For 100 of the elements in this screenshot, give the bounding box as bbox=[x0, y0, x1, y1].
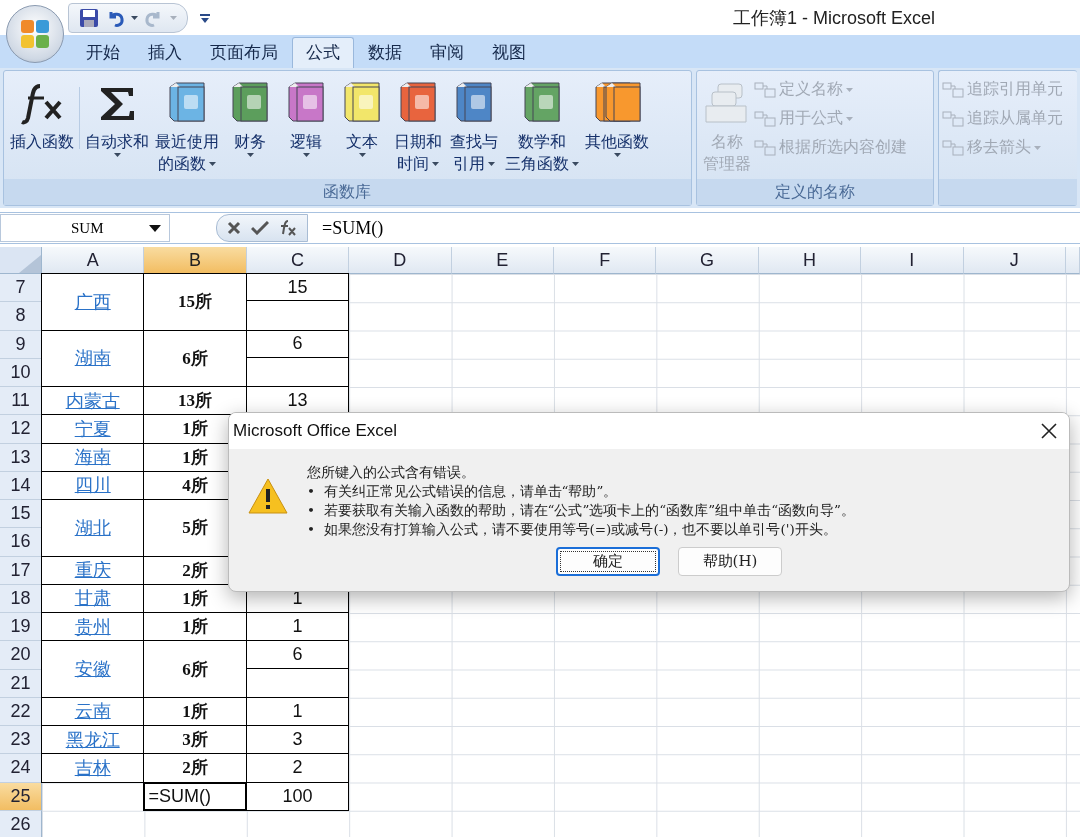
ribbon-button[interactable]: 财务 bbox=[222, 77, 278, 179]
column-header[interactable]: C bbox=[246, 247, 350, 274]
caret-icon bbox=[131, 15, 138, 20]
group-label: 定义的名称 bbox=[696, 179, 934, 205]
region-link[interactable]: 海南 bbox=[41, 442, 145, 472]
row-header[interactable]: 12 bbox=[0, 415, 42, 444]
table-cell: 6 bbox=[245, 329, 350, 387]
caret-icon bbox=[170, 15, 177, 20]
column-header[interactable]: E bbox=[451, 247, 554, 274]
ribbon-button[interactable]: 日期和 时间 bbox=[390, 77, 446, 179]
ribbon-button[interactable]: 插入函数 bbox=[7, 77, 77, 179]
message-line: • 若要获取有关输入函数的帮助，请在“公式”选项卡上的“函数库”组中单击“函数向导”。 bbox=[307, 501, 855, 520]
tracer-icon bbox=[942, 80, 965, 99]
ribbon-tab[interactable]: 公式 bbox=[292, 37, 354, 68]
dialog-title: Microsoft Office Excel bbox=[233, 421, 398, 441]
table-cell: 15所 bbox=[143, 273, 247, 331]
cancel-icon[interactable] bbox=[227, 221, 241, 235]
message-line: 您所键入的公式含有错误。 bbox=[307, 463, 476, 482]
region-link[interactable]: 黑龙江 bbox=[41, 725, 145, 755]
card-file-icon bbox=[703, 82, 750, 126]
row-header[interactable]: 20 bbox=[0, 641, 42, 670]
table-cell: 3所 bbox=[143, 725, 247, 755]
ribbon-tab[interactable]: 开始 bbox=[72, 37, 134, 68]
label-icon bbox=[753, 80, 776, 99]
row-header[interactable]: 7 bbox=[0, 274, 42, 303]
region-link[interactable]: 内蒙古 bbox=[41, 386, 145, 416]
region-link[interactable]: 四川 bbox=[41, 470, 145, 500]
ribbon-button[interactable]: 文本 bbox=[334, 77, 390, 179]
dropdown-arrow-icon bbox=[149, 224, 161, 232]
customize-toolbar-icon[interactable] bbox=[200, 12, 210, 23]
ribbon-button[interactable]: 查找与 引用 bbox=[446, 77, 502, 179]
row-header[interactable]: 22 bbox=[0, 697, 42, 726]
column-header[interactable]: J bbox=[963, 247, 1066, 274]
office-logo-icon bbox=[19, 18, 51, 50]
column-header[interactable]: H bbox=[758, 247, 862, 274]
ribbon-button[interactable]: 自动求和 bbox=[82, 77, 152, 179]
column-header[interactable]: F bbox=[553, 247, 657, 274]
row-header[interactable]: 21 bbox=[0, 669, 42, 698]
table-cell: 13所 bbox=[143, 386, 247, 416]
table-cell: 1所 bbox=[143, 612, 247, 642]
ribbon-tab[interactable]: 数据 bbox=[354, 37, 416, 68]
column-header[interactable]: D bbox=[349, 247, 452, 274]
row-header[interactable]: 23 bbox=[0, 726, 42, 755]
ribbon-button[interactable]: 其他函数 bbox=[582, 77, 652, 179]
row-header[interactable]: 14 bbox=[0, 471, 42, 500]
region-link[interactable]: 吉林 bbox=[41, 753, 145, 783]
table-cell: 15 bbox=[245, 273, 350, 331]
dialog-button[interactable]: 确定 bbox=[556, 547, 660, 576]
table-cell: 100 bbox=[245, 781, 350, 811]
table-cell: 3 bbox=[245, 725, 350, 755]
message-line: • 有关纠正常见公式错误的信息，请单击“帮助”。 bbox=[307, 482, 619, 501]
table-cell: 2所 bbox=[143, 753, 247, 783]
row-header[interactable]: 25 bbox=[0, 782, 42, 811]
row-header[interactable]: 24 bbox=[0, 754, 42, 783]
label-icon bbox=[753, 138, 776, 157]
close-icon[interactable] bbox=[1041, 423, 1057, 439]
row-header[interactable]: 16 bbox=[0, 528, 42, 557]
region-link[interactable]: 宁夏 bbox=[41, 414, 145, 444]
region-link[interactable]: 重庆 bbox=[41, 555, 145, 585]
row-header[interactable]: 18 bbox=[0, 584, 42, 613]
row-header[interactable]: 17 bbox=[0, 556, 42, 585]
region-link[interactable]: 云南 bbox=[41, 696, 145, 726]
row-header[interactable]: 10 bbox=[0, 358, 42, 387]
column-header[interactable]: G bbox=[656, 247, 759, 274]
row-header[interactable]: 13 bbox=[0, 443, 42, 472]
check-icon[interactable] bbox=[251, 221, 269, 235]
region-link[interactable]: 甘肃 bbox=[41, 583, 145, 613]
region-link[interactable]: 湖南 bbox=[41, 329, 145, 387]
save-icon[interactable] bbox=[79, 7, 99, 28]
ribbon-tab[interactable]: 页面布局 bbox=[196, 37, 292, 68]
dialog-button[interactable]: 帮助(H) bbox=[678, 547, 782, 576]
active-cell[interactable]: =SUM() bbox=[143, 781, 247, 811]
column-header[interactable]: I bbox=[861, 247, 964, 274]
name-box[interactable]: SUM bbox=[0, 214, 170, 242]
table-cell: 6所 bbox=[143, 329, 247, 387]
window-title: 工作簿1 - Microsoft Excel bbox=[732, 6, 935, 30]
region-link[interactable]: 湖北 bbox=[41, 499, 145, 557]
ribbon-tab[interactable]: 视图 bbox=[478, 37, 540, 68]
row-header[interactable]: 26 bbox=[0, 810, 42, 837]
region-link[interactable]: 安徽 bbox=[41, 640, 145, 698]
ribbon-tab[interactable]: 插入 bbox=[134, 37, 196, 68]
row-header[interactable]: 15 bbox=[0, 500, 42, 529]
column-header[interactable]: A bbox=[42, 247, 145, 274]
ribbon-button[interactable]: 逻辑 bbox=[278, 77, 334, 179]
row-header[interactable]: 11 bbox=[0, 387, 42, 416]
ribbon-button[interactable]: 最近使用 的函数 bbox=[152, 77, 222, 179]
message-line: • 如果您没有打算输入公式，请不要使用等号(=)或减号(-)，也不要以单引号(')开头。 bbox=[307, 520, 838, 539]
triangle-icon bbox=[19, 255, 41, 273]
ribbon-tab[interactable]: 审阅 bbox=[416, 37, 478, 68]
column-header[interactable]: B bbox=[144, 247, 247, 274]
table-cell: 1所 bbox=[143, 696, 247, 726]
formula-field[interactable]: =SUM() bbox=[308, 217, 384, 239]
table-cell: 1 bbox=[245, 612, 350, 642]
row-header[interactable]: 9 bbox=[0, 330, 42, 359]
ribbon-button[interactable]: 数学和 三角函数 bbox=[502, 77, 582, 179]
region-link[interactable]: 贵州 bbox=[41, 612, 145, 642]
region-link[interactable]: 广西 bbox=[41, 273, 145, 331]
row-header[interactable]: 8 bbox=[0, 302, 42, 331]
row-header[interactable]: 19 bbox=[0, 613, 42, 642]
function-icon[interactable] bbox=[279, 220, 297, 236]
